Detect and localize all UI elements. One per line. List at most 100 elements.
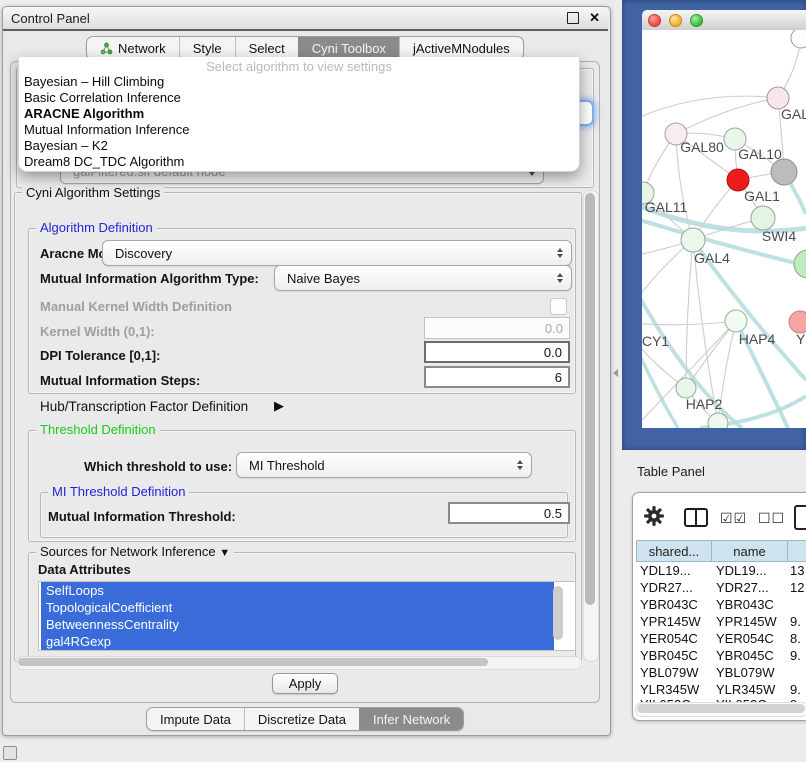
cell-value[interactable]	[788, 665, 806, 680]
select-all-checks-icon[interactable]: ☑☑	[720, 510, 747, 527]
cell-value[interactable]: 8.	[788, 631, 806, 646]
cell-shared-name[interactable]: YLR345W	[636, 682, 712, 697]
settings-horizontal-scrollbar-thumb[interactable]	[18, 658, 488, 666]
cell-value[interactable]: 9.	[788, 682, 806, 697]
popup-item-dream8[interactable]: Dream8 DC_TDC Algorithm	[19, 154, 579, 170]
tab-jactivemnodules-label: jActiveMNodules	[413, 41, 510, 56]
network-canvas[interactable]: GAL GAL80 GAL10 GAL1 GAL11 SWI4 GAL4 GCY…	[642, 30, 806, 428]
document-icon[interactable]	[794, 505, 806, 530]
cell-value[interactable]	[788, 597, 806, 612]
tab-infer-network[interactable]: Infer Network	[359, 708, 463, 730]
cell-shared-name[interactable]: YBR045C	[636, 648, 712, 663]
table-row[interactable]: YPR145W YPR145W 9.	[636, 614, 806, 629]
list-item-gal4rgexp[interactable]: gal4RGexp	[41, 633, 554, 650]
network-node-swi4[interactable]	[751, 206, 775, 230]
popup-item-bayesian-k2[interactable]: Bayesian – K2	[19, 138, 579, 154]
tab-impute-data[interactable]: Impute Data	[147, 708, 244, 730]
table-row[interactable]: YBL079W YBL079W	[636, 665, 806, 680]
aracne-mode-combobox[interactable]: Discovery	[102, 240, 572, 266]
network-node[interactable]	[794, 250, 806, 278]
cell-shared-name[interactable]: YPR145W	[636, 614, 712, 629]
tab-network-label: Network	[118, 41, 166, 56]
cell-value[interactable]: 12	[788, 580, 806, 595]
node-label: SWI4	[762, 228, 796, 244]
zoom-traffic-light-icon[interactable]	[690, 14, 703, 27]
network-node[interactable]	[791, 30, 806, 48]
cell-name[interactable]: YLR345W	[712, 682, 788, 697]
cell-name[interactable]: YBR043C	[712, 597, 788, 612]
close-traffic-light-icon[interactable]	[648, 14, 661, 27]
column-header-shared-name[interactable]: shared...	[636, 540, 712, 562]
table-row[interactable]: YDL19... YDL19... 13	[636, 563, 806, 578]
table-row[interactable]: YDR27... YDR27... 12	[636, 580, 806, 595]
cell-name[interactable]: YPR145W	[712, 614, 788, 629]
cell-name[interactable]: YBL079W	[712, 665, 788, 680]
table-horizontal-scrollbar[interactable]	[635, 702, 806, 717]
network-node-hap4[interactable]	[725, 310, 747, 332]
mi-steps-field[interactable]: 6	[424, 366, 570, 388]
control-panel-titlebar: Control Panel ✕	[3, 7, 608, 31]
cell-value[interactable]: 9.	[788, 648, 806, 663]
settings-vertical-scrollbar[interactable]	[583, 190, 599, 662]
table-row[interactable]: YER054C YER054C 8.	[636, 631, 806, 646]
network-window-titlebar	[642, 10, 806, 30]
settings-vertical-scrollbar-thumb[interactable]	[585, 193, 595, 605]
kernel-width-field[interactable]: 0.0	[424, 317, 570, 339]
settings-horizontal-scrollbar[interactable]	[16, 656, 582, 670]
network-node-gal4[interactable]	[681, 228, 705, 252]
network-node-hap2[interactable]	[676, 378, 696, 398]
column-header-clipped[interactable]	[787, 540, 806, 562]
manual-kernel-width-checkbox[interactable]	[550, 298, 567, 315]
cell-shared-name[interactable]: YDR27...	[636, 580, 712, 595]
deselect-checks-icon[interactable]: ☐☐	[758, 510, 785, 527]
popup-item-aracne[interactable]: ARACNE Algorithm	[19, 106, 579, 122]
popup-item-basic-correlation[interactable]: Basic Correlation Inference	[19, 90, 579, 106]
popup-item-mutual-information[interactable]: Mutual Information Inference	[19, 122, 579, 138]
dpi-tolerance-field[interactable]: 0.0	[424, 341, 570, 363]
cell-shared-name[interactable]: YER054C	[636, 631, 712, 646]
minimize-traffic-light-icon[interactable]	[669, 14, 682, 27]
tab-jactivemnodules[interactable]: jActiveMNodules	[399, 37, 523, 59]
network-node[interactable]	[771, 159, 797, 185]
cell-name[interactable]: YER054C	[712, 631, 788, 646]
mi-algorithm-type-combobox[interactable]: Naive Bayes	[274, 265, 572, 291]
cell-name[interactable]: YDR27...	[712, 580, 788, 595]
table-row[interactable]: YLR345W YLR345W 9.	[636, 682, 806, 697]
list-item-betweennesscentrality[interactable]: BetweennessCentrality	[41, 616, 554, 633]
cell-name[interactable]: YDL19...	[712, 563, 788, 578]
list-scrollbar-thumb[interactable]	[553, 586, 563, 640]
float-window-icon[interactable]	[567, 12, 579, 24]
minimized-panel-icon[interactable]	[3, 746, 17, 760]
apply-button[interactable]: Apply	[272, 673, 338, 694]
which-threshold-combobox[interactable]: MI Threshold	[236, 452, 532, 478]
splitter-collapse-icon[interactable]	[613, 369, 618, 377]
tab-select[interactable]: Select	[235, 37, 298, 59]
table-row[interactable]: YBR045C YBR045C 9.	[636, 648, 806, 663]
cell-name[interactable]: YBR045C	[712, 648, 788, 663]
table-row[interactable]: YBR043C YBR043C	[636, 597, 806, 612]
list-item-selfloops[interactable]: SelfLoops	[41, 582, 554, 599]
network-node[interactable]	[708, 413, 728, 428]
gear-icon[interactable]	[644, 506, 664, 526]
mi-threshold-field[interactable]: 0.5	[448, 502, 570, 524]
tab-style[interactable]: Style	[179, 37, 235, 59]
sources-collapse-arrow-icon[interactable]: ▼	[219, 547, 230, 559]
list-item-topologicalcoefficient[interactable]: TopologicalCoefficient	[41, 599, 554, 616]
tab-cyni-toolbox[interactable]: Cyni Toolbox	[298, 37, 399, 59]
cell-value[interactable]: 9.	[788, 614, 806, 629]
cell-shared-name[interactable]: YDL19...	[636, 563, 712, 578]
split-columns-icon[interactable]	[684, 508, 708, 527]
data-attributes-list[interactable]: SelfLoops TopologicalCoefficient Between…	[38, 581, 576, 651]
cell-shared-name[interactable]: YBL079W	[636, 665, 712, 680]
tab-network[interactable]: Network	[87, 37, 179, 59]
network-edge	[642, 96, 778, 116]
cell-shared-name[interactable]: YBR043C	[636, 597, 712, 612]
column-header-name[interactable]: name	[711, 540, 788, 562]
cell-value[interactable]: 13	[788, 563, 806, 578]
hub-expander-arrow-icon[interactable]: ▶	[274, 398, 284, 414]
table-horizontal-scrollbar-thumb[interactable]	[637, 704, 805, 713]
close-icon[interactable]: ✕	[589, 13, 600, 23]
network-node[interactable]	[789, 311, 806, 333]
tab-discretize-data[interactable]: Discretize Data	[244, 708, 359, 730]
popup-item-bayesian-hill-climbing[interactable]: Bayesian – Hill Climbing	[19, 74, 579, 90]
